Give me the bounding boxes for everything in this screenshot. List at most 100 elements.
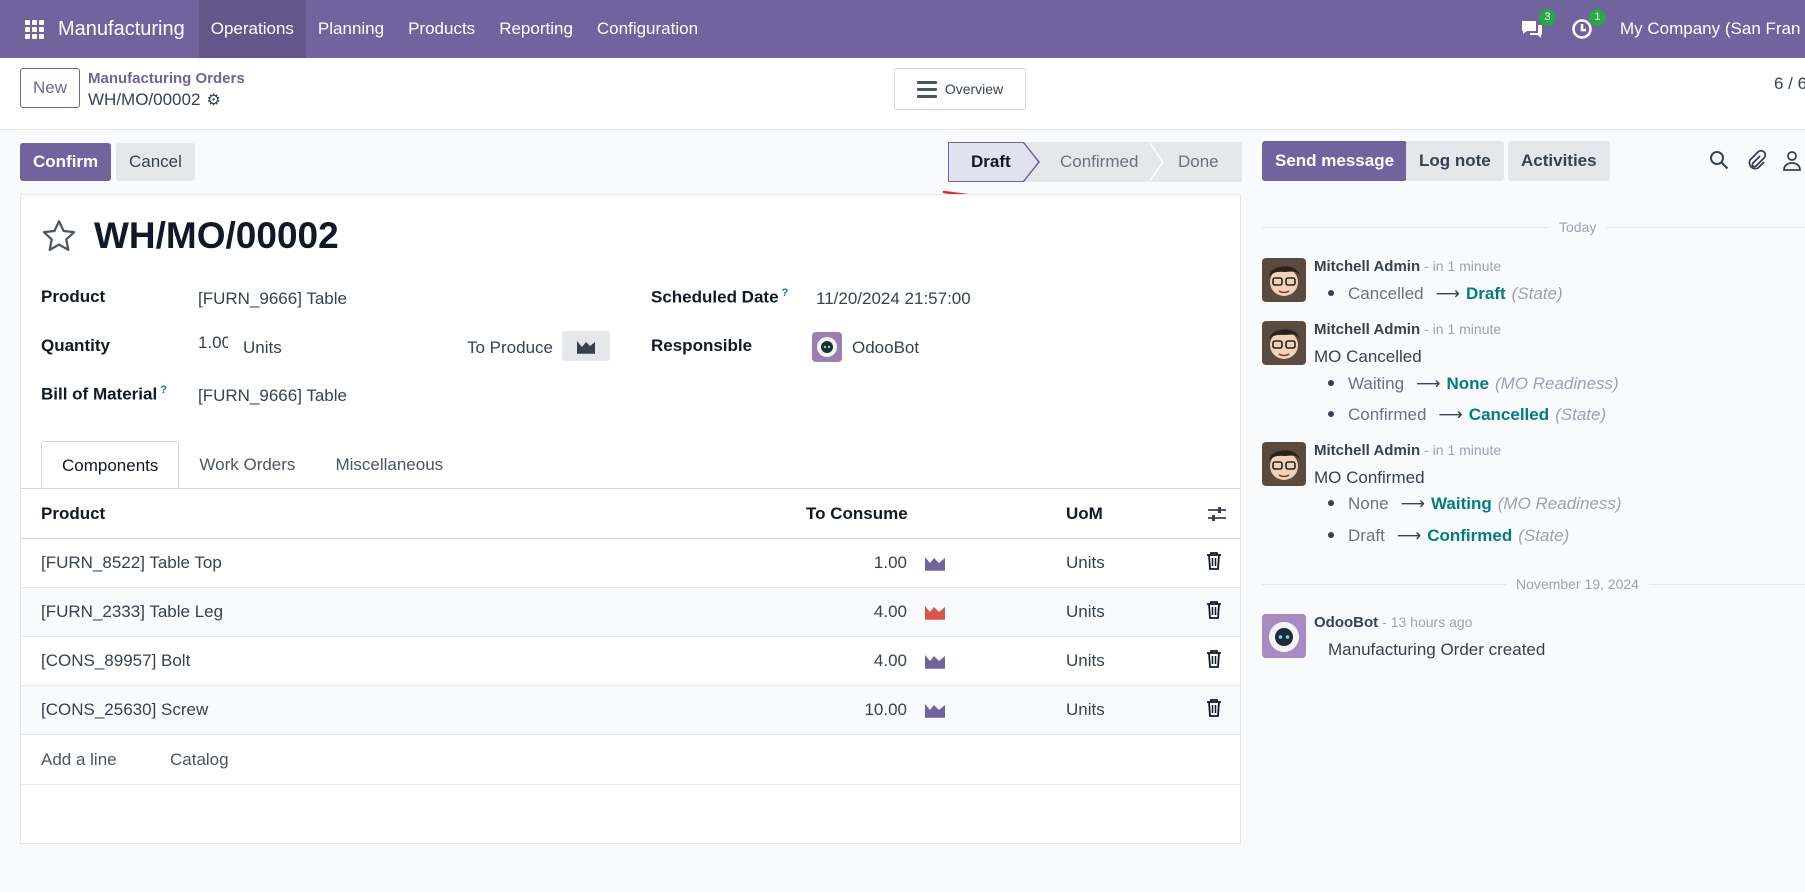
column-uom[interactable]: UoM [1066, 504, 1103, 524]
menu-configuration[interactable]: Configuration [585, 0, 710, 58]
bullet [1328, 531, 1334, 538]
column-settings-icon[interactable] [1207, 505, 1227, 523]
field-name: (MO Readiness) [1494, 374, 1619, 393]
tab-components[interactable]: Components [41, 441, 180, 489]
field-name: (State) [1518, 526, 1570, 545]
author-name[interactable]: Mitchell Admin [1314, 442, 1420, 459]
stage-confirmed[interactable]: Confirmed [1024, 142, 1150, 182]
column-product[interactable]: Product [41, 504, 105, 524]
table-row[interactable]: [CONS_25630] Screw 10.00 Units [21, 686, 1240, 735]
author-name[interactable]: OdooBot [1314, 614, 1378, 631]
author-name[interactable]: Mitchell Admin [1314, 321, 1420, 338]
record-title[interactable]: WH/MO/00002 [94, 215, 339, 257]
old-value: Waiting [1348, 374, 1405, 393]
activity-clock-icon[interactable]: 1 [1568, 9, 1606, 43]
avatar[interactable] [1262, 258, 1306, 302]
row-product[interactable]: [CONS_89957] Bolt [41, 651, 190, 671]
message-author[interactable]: Mitchell Admin - in 1 minute [1314, 321, 1501, 338]
list-icon [916, 79, 937, 100]
forecast-chart-icon[interactable] [924, 700, 946, 718]
trash-icon[interactable] [1206, 601, 1222, 619]
messaging-icon[interactable]: 3 [1518, 9, 1556, 43]
field-name: (State) [1555, 405, 1607, 424]
breadcrumb-parent[interactable]: Manufacturing Orders [88, 70, 245, 88]
gear-icon[interactable]: ⚙ [206, 90, 220, 110]
menu-products[interactable]: Products [396, 0, 487, 58]
star-icon[interactable] [41, 219, 77, 253]
log-note-button[interactable]: Log note [1406, 141, 1504, 181]
activities-button[interactable]: Activities [1508, 141, 1610, 181]
row-product[interactable]: [FURN_8522] Table Top [41, 553, 222, 573]
stage-draft[interactable]: Draft [948, 142, 1024, 182]
avatar[interactable] [1262, 614, 1306, 658]
company-switcher[interactable]: My Company (San Fran [1620, 19, 1800, 39]
trash-icon[interactable] [1206, 552, 1222, 570]
scheduled-date-help[interactable]: ? [782, 287, 789, 299]
row-to-consume[interactable]: 1.00 [787, 553, 907, 573]
message-author[interactable]: Mitchell Admin - in 1 minute [1314, 442, 1501, 459]
breadcrumb: Manufacturing Orders WH/MO/00002 ⚙ [88, 70, 245, 110]
responsible-field[interactable]: OdooBot [852, 338, 919, 358]
send-message-button[interactable]: Send message [1262, 141, 1408, 181]
app-name[interactable]: Manufacturing [58, 18, 185, 41]
new-button[interactable]: New [20, 68, 81, 108]
tab-miscellaneous[interactable]: Miscellaneous [315, 441, 463, 489]
message-author[interactable]: Mitchell Admin - in 1 minute [1314, 258, 1501, 275]
overview-button[interactable]: Overview [894, 68, 1026, 110]
bom-help[interactable]: ? [160, 384, 167, 396]
forecast-button[interactable] [562, 331, 610, 361]
catalog-link[interactable]: Catalog [170, 750, 229, 770]
table-row[interactable]: [FURN_8522] Table Top 1.00 Units [21, 539, 1240, 588]
table-row[interactable]: [CONS_89957] Bolt 4.00 Units [21, 637, 1240, 686]
message-author[interactable]: OdooBot - 13 hours ago [1314, 614, 1472, 631]
forecast-chart-icon[interactable] [924, 553, 946, 571]
table-row[interactable]: [FURN_2333] Table Leg 4.00 Units [21, 588, 1240, 637]
scheduled-date-field[interactable]: 11/20/2024 21:57:00 [816, 289, 971, 309]
quantity-uom: Units [243, 338, 282, 357]
tab-work-orders[interactable]: Work Orders [179, 441, 315, 489]
breadcrumb-current: WH/MO/00002 ⚙ [88, 90, 245, 110]
row-product[interactable]: [FURN_2333] Table Leg [41, 602, 223, 622]
separator-date-label: November 19, 2024 [1506, 576, 1649, 592]
new-value: Cancelled [1468, 405, 1550, 424]
tracking-change: Cancelled ⟶ Draft (State) [1328, 284, 1563, 304]
bom-label: Bill of Material? [41, 384, 167, 405]
row-product[interactable]: [CONS_25630] Screw [41, 700, 208, 720]
field-name: (State) [1511, 284, 1563, 303]
followers-icon[interactable] [1782, 150, 1802, 172]
trash-icon[interactable] [1206, 650, 1222, 668]
row-to-consume[interactable]: 4.00 [787, 602, 907, 622]
bullet [1328, 379, 1334, 386]
apps-menu-icon[interactable] [18, 0, 50, 58]
cancel-button[interactable]: Cancel [116, 143, 195, 181]
avatar[interactable] [1262, 442, 1306, 486]
quantity-field[interactable]: 1.00 [198, 333, 228, 355]
stage-arrow-confirmed [1148, 142, 1162, 182]
forecast-chart-icon[interactable] [924, 651, 946, 669]
search-icon[interactable] [1709, 150, 1729, 170]
avatar[interactable] [1262, 321, 1306, 365]
forecast-chart-icon[interactable] [924, 602, 946, 620]
product-field[interactable]: [FURN_9666] Table [198, 289, 347, 309]
confirm-button[interactable]: Confirm [20, 143, 112, 181]
row-uom: Units [1066, 651, 1105, 670]
message-body: Manufacturing Order created [1328, 640, 1546, 659]
bom-field[interactable]: [FURN_9666] Table [198, 386, 347, 406]
row-to-consume[interactable]: 10.00 [787, 700, 907, 720]
menu-reporting[interactable]: Reporting [487, 0, 585, 58]
trash-icon[interactable] [1206, 699, 1222, 717]
author-name[interactable]: Mitchell Admin [1314, 258, 1420, 275]
column-to-consume[interactable]: To Consume [806, 504, 908, 524]
add-a-line-link[interactable]: Add a line [41, 750, 117, 770]
bullet [1328, 499, 1334, 506]
pager[interactable]: 6 / 6 [1774, 74, 1805, 94]
breadcrumb-current-label: WH/MO/00002 [88, 90, 201, 109]
stage-arrow-draft [1023, 143, 1038, 181]
activities-badge: 1 [1589, 9, 1606, 26]
paperclip-icon[interactable] [1746, 150, 1766, 172]
menu-operations[interactable]: Operations [198, 0, 306, 58]
row-to-consume[interactable]: 4.00 [787, 651, 907, 671]
tracking-change: Confirmed ⟶ Cancelled (State) [1328, 405, 1606, 425]
arrow-right-icon: ⟶ [1435, 284, 1460, 303]
menu-planning[interactable]: Planning [306, 0, 396, 58]
